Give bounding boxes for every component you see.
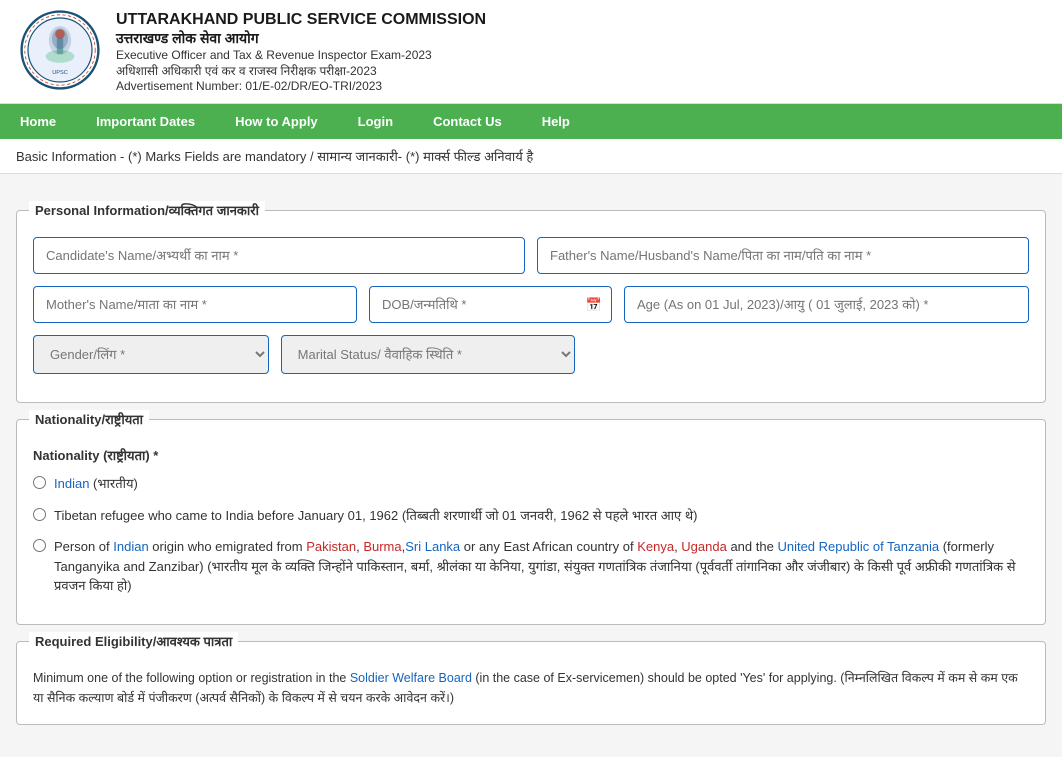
main-content: Personal Information/व्यक्तिगत जानकारी 📅 [0, 174, 1062, 757]
exam-name-hindi: अधिशासी अधिकारी एवं कर व राजस्व निरीक्षक… [116, 62, 486, 79]
required-eligibility-section: Required Eligibility/आवश्यक पात्रता Mini… [16, 641, 1046, 725]
nationality-tibetan-label[interactable]: Tibetan refugee who came to India before… [54, 506, 697, 526]
age-input[interactable] [624, 286, 1029, 323]
personal-info-section: Personal Information/व्यक्तिगत जानकारी 📅 [16, 210, 1046, 403]
org-name-english: UTTARAKHAND PUBLIC SERVICE COMMISSION [116, 11, 486, 29]
gender-marital-row: Gender/लिंग * Male Female Other Marital … [33, 335, 1029, 374]
indian-origin-link: Indian [113, 539, 148, 554]
exam-name-english: Executive Officer and Tax & Revenue Insp… [116, 48, 486, 62]
nationality-pakistan-label[interactable]: Person of Indian origin who emigrated fr… [54, 537, 1029, 596]
breadcrumb: Basic Information - (*) Marks Fields are… [0, 139, 1062, 174]
dob-row: 📅 [33, 286, 1029, 323]
soldier-welfare-link: Soldier Welfare Board [350, 671, 472, 685]
srilanka-link: Sri Lanka [405, 539, 460, 554]
uganda-link: Uganda [681, 539, 727, 554]
required-eligibility-legend: Required Eligibility/आवश्यक पात्रता [29, 632, 238, 650]
dob-field: 📅 [369, 286, 612, 323]
logo: UPSC [20, 10, 100, 93]
mother-name-field [33, 286, 357, 323]
nav-login[interactable]: Login [338, 104, 413, 139]
candidate-name-field [33, 237, 525, 274]
nav-contact-us[interactable]: Contact Us [413, 104, 522, 139]
nav-help[interactable]: Help [522, 104, 590, 139]
nav-how-to-apply[interactable]: How to Apply [215, 104, 338, 139]
burma-link: Burma [363, 539, 401, 554]
candidate-name-input[interactable] [33, 237, 525, 274]
kenya-link: Kenya [637, 539, 674, 554]
age-field [624, 286, 1029, 323]
gender-select[interactable]: Gender/लिंग * Male Female Other [33, 335, 269, 374]
logo-emblem: UPSC [20, 10, 100, 90]
org-name-hindi: उत्तराखण्ड लोक सेवा आयोग [116, 29, 486, 48]
father-name-field [537, 237, 1029, 274]
navigation: Home Important Dates How to Apply Login … [0, 104, 1062, 139]
nationality-indian-radio[interactable] [33, 476, 46, 489]
breadcrumb-text: Basic Information - (*) Marks Fields are… [16, 149, 533, 164]
svg-text:UPSC: UPSC [52, 70, 68, 76]
tanzania-link: United Republic of Tanzania [777, 539, 939, 554]
father-name-input[interactable] [537, 237, 1029, 274]
nationality-pakistan-option: Person of Indian origin who emigrated fr… [33, 537, 1029, 596]
marital-status-field: Marital Status/ वैवाहिक स्थिति * Single … [281, 335, 576, 374]
nationality-indian-option: Indian (भारतीय) [33, 474, 1029, 494]
nav-important-dates[interactable]: Important Dates [76, 104, 215, 139]
dob-input[interactable] [369, 286, 612, 323]
nationality-pakistan-radio[interactable] [33, 539, 46, 552]
nationality-tibetan-option: Tibetan refugee who came to India before… [33, 506, 1029, 526]
nationality-legend: Nationality/राष्ट्रीयता [29, 410, 149, 428]
eligibility-text: Minimum one of the following option or r… [33, 668, 1029, 708]
nationality-section: Nationality/राष्ट्रीयता Nationality (राष… [16, 419, 1046, 625]
advertisement-number: Advertisement Number: 01/E-02/DR/EO-TRI/… [116, 79, 486, 93]
nav-home[interactable]: Home [0, 104, 76, 139]
indian-text-hindi: (भारतीय) [93, 476, 138, 491]
nationality-tibetan-radio[interactable] [33, 508, 46, 521]
marital-status-select[interactable]: Marital Status/ वैवाहिक स्थिति * Single … [281, 335, 576, 374]
header: UPSC UTTARAKHAND PUBLIC SERVICE COMMISSI… [0, 0, 1062, 104]
nationality-label: Nationality (राष्ट्रीयता) * [33, 446, 1029, 464]
mother-name-input[interactable] [33, 286, 357, 323]
pakistan-link: Pakistan [306, 539, 356, 554]
header-text: UTTARAKHAND PUBLIC SERVICE COMMISSION उत… [116, 11, 486, 93]
gender-field: Gender/लिंग * Male Female Other [33, 335, 269, 374]
indian-text-english: Indian [54, 476, 89, 491]
name-row [33, 237, 1029, 274]
nationality-indian-label[interactable]: Indian (भारतीय) [54, 474, 138, 494]
personal-info-legend: Personal Information/व्यक्तिगत जानकारी [29, 201, 265, 219]
